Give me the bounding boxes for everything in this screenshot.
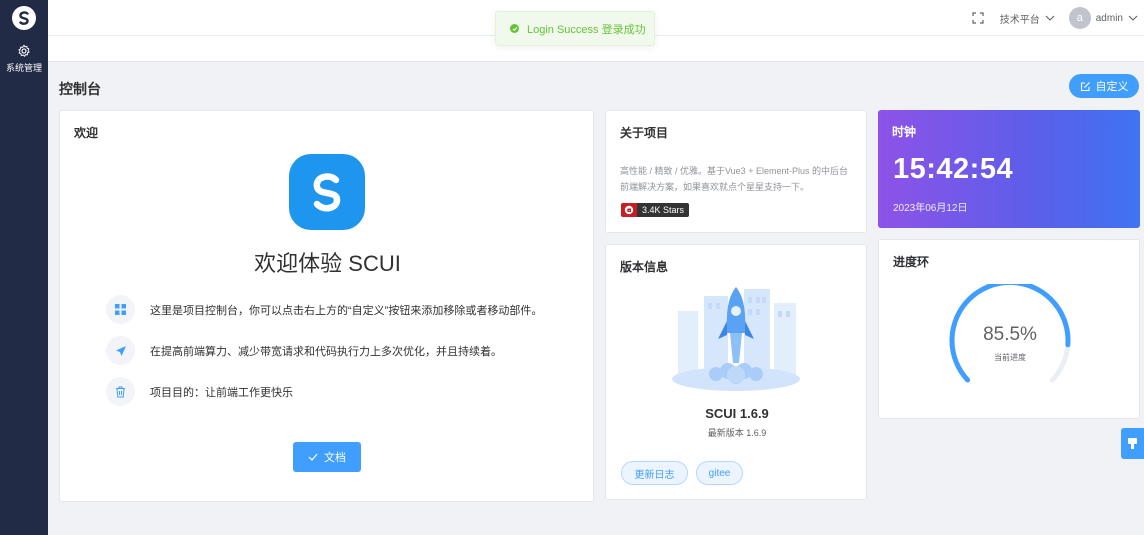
gitee-icon [621,203,637,217]
edit-icon [1080,81,1090,91]
gear-icon [18,44,30,57]
welcome-card-title: 欢迎 [74,126,99,140]
feature-item: 在提高前端算力、减少带宽请求和代码执行力上多次优化，并且持续着。 [106,336,502,365]
chevron-down-icon [1128,15,1138,21]
welcome-headline: 欢迎体验 SCUI [254,251,401,276]
docs-button-label: 文档 [324,452,346,464]
toast-message: Login Success 登录成功 [527,23,646,36]
sidebar: 系统管理 [0,0,48,535]
avatar: a [1068,7,1091,29]
docs-button[interactable]: 文档 [293,442,361,472]
customize-button-label: 自定义 [1095,81,1129,93]
page-title: 控制台 [59,81,101,97]
platform-menu-label: 技术平台 [999,14,1040,26]
customize-button[interactable]: 自定义 [1069,74,1139,98]
about-card: 关于项目 高性能 / 精致 / 优雅。基于Vue3 + Element-Plus… [605,110,867,233]
gitee-button[interactable]: gitee [696,461,743,485]
app-logo-icon[interactable] [12,6,36,30]
paint-brush-icon [1128,438,1137,449]
progress-card: 进度环 85.5% 当前进度 [878,239,1140,419]
fullscreen-icon [972,12,984,24]
chevron-down-icon [1045,15,1055,21]
clock-card-title: 时钟 [892,125,917,139]
platform-menu[interactable]: 技术平台 [1000,11,1055,26]
version-card-title: 版本信息 [620,260,669,274]
check-icon [308,453,318,461]
gitee-stars-badge[interactable]: 3.4K Stars [621,203,690,217]
feature-item: 这里是项目控制台，你可以点击右上方的“自定义”按钮来添加移除或者移动部件。 [106,295,542,324]
clock-time: 15:42:54 [893,153,1014,185]
sidebar-item-label: 系统管理 [5,63,42,73]
rocket-illustration-icon [672,287,800,391]
feature-text: 这里是项目控制台，你可以点击右上方的“自定义”按钮来添加移除或者移动部件。 [150,304,543,317]
stars-count: 3.4K Stars [637,203,690,217]
username: admin [1095,12,1123,24]
login-success-toast: Login Success 登录成功 [495,11,655,46]
fullscreen-button[interactable] [972,12,984,24]
progress-card-title: 进度环 [893,255,930,269]
settings-drawer-toggle[interactable] [1121,428,1144,459]
trash-icon [106,377,135,406]
clock-card: 时钟 15:42:54 2023年06月12日 [878,110,1140,228]
latest-version: 最新版本 1.6.9 [707,428,767,438]
scui-logo-icon [289,154,365,230]
clock-date: 2023年06月12日 [893,203,968,214]
feature-text: 项目目的：让前端工作更快乐 [150,386,293,399]
welcome-card: 欢迎 欢迎体验 SCUI 这里是项目控制台，你可以点击右上方的“自定义”按钮来添… [59,110,594,502]
success-check-icon [510,24,519,33]
version-name: SCUI 1.6.9 [705,406,769,421]
about-card-title: 关于项目 [620,126,669,140]
feature-item: 项目目的：让前端工作更快乐 [106,377,293,406]
user-menu[interactable]: a admin [1068,7,1138,29]
send-icon [106,336,135,365]
changelog-button[interactable]: 更新日志 [621,461,688,485]
version-card: 版本信息 SCUI 1.6.9 最新版本 1.6.9 更新日志 gitee [605,244,867,500]
sidebar-item-system[interactable]: 系统管理 [0,44,48,74]
feature-text: 在提高前端算力、减少带宽请求和代码执行力上多次优化，并且持续着。 [150,345,502,358]
grid-icon [106,295,135,324]
progress-value: 85.5% [983,324,1037,345]
about-description: 高性能 / 精致 / 优雅。基于Vue3 + Element-Plus 的中后台… [620,166,848,192]
progress-label: 当前进度 [994,353,1026,362]
